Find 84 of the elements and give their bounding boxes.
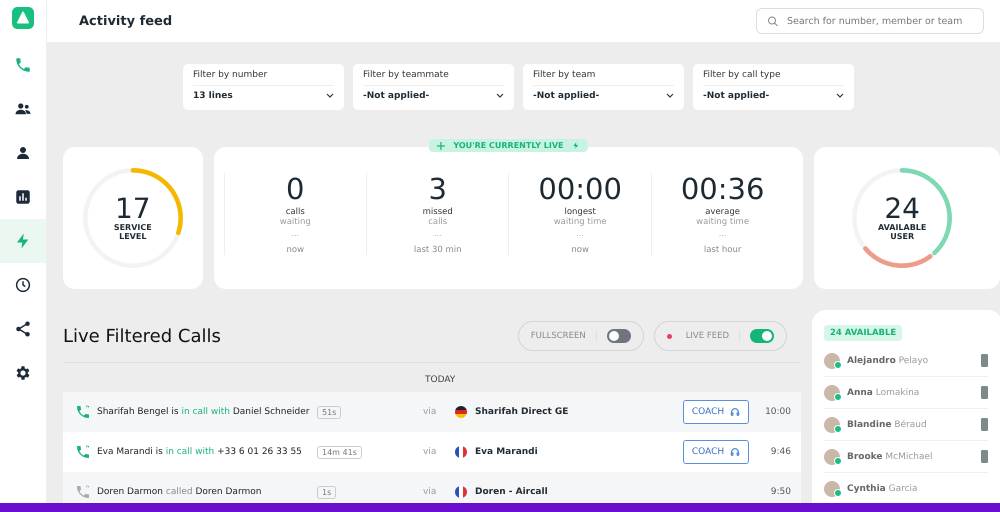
stat-trend: ... (434, 229, 442, 239)
avatar (824, 384, 840, 400)
service-level-value: 17 (114, 195, 151, 223)
call-description: Doren Darmon called Doren Darmon (97, 487, 262, 497)
avatar (824, 352, 840, 368)
agent-name[interactable]: Brooke McMichael (847, 452, 974, 462)
logo-icon (12, 7, 34, 29)
stat-label: calls (286, 207, 305, 217)
french-flag-icon (455, 446, 467, 458)
headset-icon (730, 447, 740, 457)
filter-dropdown[interactable]: Filter by call type -Not applied- (693, 64, 854, 110)
line-name: Doren - Aircall (475, 487, 549, 497)
gear-icon (14, 364, 32, 382)
toggle-control[interactable]: FULLSCREEN (518, 321, 644, 351)
live-badge: YOU'RE CURRENTLY LIVE (429, 139, 588, 152)
stat-label: average (705, 207, 740, 217)
day-heading: TODAY (424, 374, 456, 387)
stat-sublabel: waiting time (554, 217, 607, 227)
available-users-label: AVAILABLE USER (876, 223, 928, 241)
service-level-label: SERVICE LEVEL (112, 223, 153, 241)
page-title: Activity feed (79, 14, 172, 28)
agent-name[interactable]: Blandine Béraud (847, 420, 974, 430)
stat-label: longest (564, 207, 596, 217)
share-icon (14, 320, 32, 338)
call-duration: 14m 41s (317, 446, 362, 458)
stat-trend: ... (718, 229, 726, 239)
call-row[interactable]: Sharifah Bengel is in call with Daniel Schneider 51s via Sharifah Direct GE COACH 10:00 (63, 392, 801, 432)
stat-trend: ... (576, 229, 584, 239)
stat-value: 00:36 (680, 173, 764, 205)
chevron-icon (666, 93, 674, 99)
via-label: via (423, 487, 438, 497)
chevron-icon (836, 93, 844, 99)
headset-icon (730, 407, 740, 417)
agent-name[interactable]: Anna Lomakina (847, 388, 974, 398)
phone-icon (14, 56, 32, 74)
call-duration: 51s (317, 406, 342, 418)
stat-value: 3 (428, 173, 447, 205)
avatar (824, 448, 840, 464)
avatar (824, 416, 840, 432)
clock-icon (14, 276, 32, 294)
filter-dropdown[interactable]: Filter by number 13 lines (183, 64, 344, 110)
call-row[interactable]: Doren Darmon called Doren Darmon 1s via Doren - Aircall 9:50 (63, 472, 801, 503)
call-time: 9:46 (770, 447, 791, 457)
chevron-icon (326, 93, 334, 99)
via-label: via (423, 407, 438, 417)
stat-period: last hour (704, 245, 742, 255)
stat-period: now (286, 245, 304, 255)
available-users-value: 24 (884, 195, 920, 223)
coach-button[interactable]: COACH (683, 400, 749, 424)
call-description: Eva Marandi is in call with +33 6 01 26 33 55 (97, 447, 303, 457)
stat-sublabel: waiting (280, 217, 311, 227)
search-field[interactable]: Search for number, member or team (756, 8, 984, 34)
stat-period: last 30 min (414, 245, 462, 255)
line-name: Sharifah Direct GE (475, 407, 570, 417)
agent-name[interactable]: Alejandro Pelayo (847, 356, 974, 366)
person-icon (14, 144, 32, 162)
stat-period: now (571, 245, 589, 255)
stat-sublabel: waiting time (696, 217, 750, 227)
german-flag-icon (455, 406, 467, 418)
call-row[interactable]: Eva Marandi is in call with +33 6 01 26 33 55 14m 41s via Eva Marandi COACH 9:46 (63, 432, 801, 472)
stat-value: 00:00 (538, 173, 622, 205)
stat-sublabel: calls (428, 217, 448, 227)
filter-dropdown[interactable]: Filter by teammate -Not applied- (353, 64, 514, 110)
line-name: Eva Marandi (475, 447, 539, 457)
stat-trend: ... (291, 229, 300, 239)
agent-name[interactable]: Cynthia Garcia (847, 484, 988, 494)
search-input[interactable]: Search for number, member or team (784, 14, 973, 28)
via-label: via (423, 447, 438, 457)
search-icon (767, 14, 779, 28)
call-duration: 1s (317, 486, 336, 498)
coach-button[interactable]: COACH (683, 440, 749, 464)
filter-dropdown[interactable]: Filter by team -Not applied- (523, 64, 684, 110)
toggle-control[interactable]: LIVE FEED (654, 321, 787, 351)
section-title: Live Filtered Calls (63, 326, 221, 346)
stat-label: missed (422, 207, 453, 217)
stat-value: 0 (286, 173, 304, 205)
call-time: 9:50 (770, 487, 791, 497)
call-time: 10:00 (764, 407, 791, 417)
available-badge: 24 AVAILABLE (824, 325, 902, 341)
chevron-icon (496, 93, 504, 99)
chart-icon (14, 188, 32, 206)
call-description: Sharifah Bengel is in call with Daniel Schneider (97, 407, 310, 417)
french-flag-icon (455, 486, 467, 498)
avatar (824, 480, 840, 496)
